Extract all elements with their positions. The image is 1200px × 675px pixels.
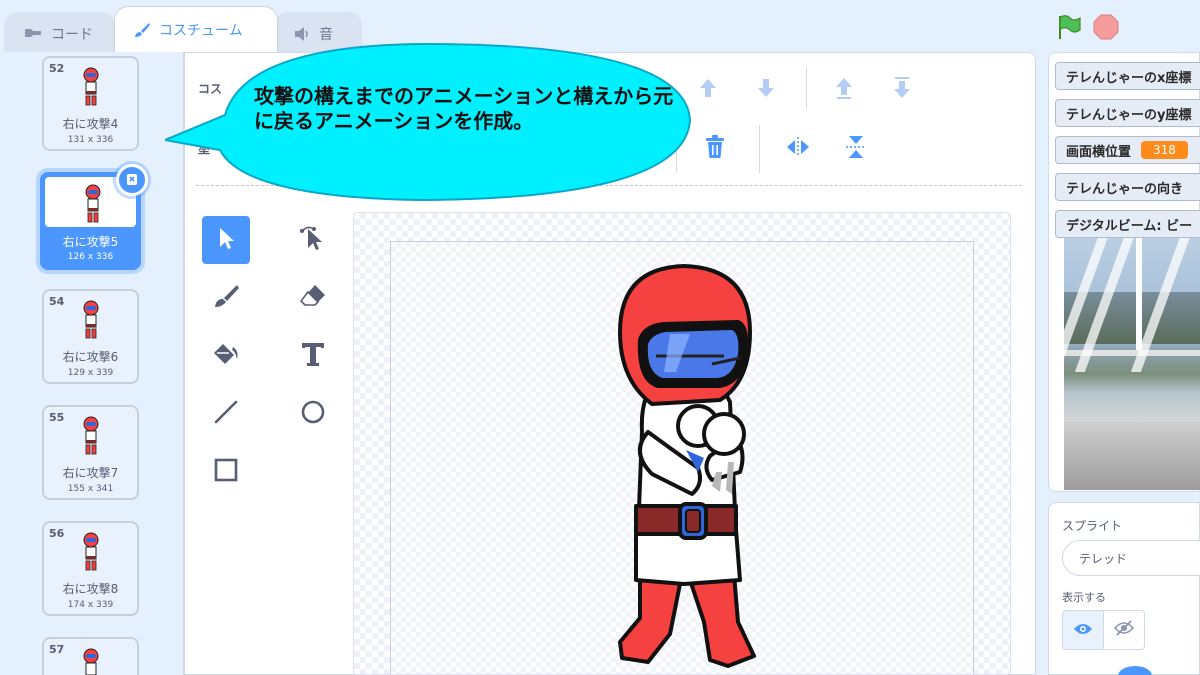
hero-character-drawing[interactable] [600, 262, 780, 674]
costume-thumbnail [83, 67, 99, 106]
show-sprite-button[interactable] [1062, 610, 1104, 650]
monitor-label: 画面横位置 [1066, 144, 1132, 160]
stop-icon[interactable] [1093, 14, 1119, 44]
toolbar-divider [759, 125, 760, 173]
sprite-name-value: テレッド [1079, 551, 1128, 566]
paint-bucket-icon [211, 339, 241, 373]
code-blocks-icon [23, 26, 43, 42]
eye-icon [1073, 621, 1093, 640]
variable-monitor[interactable]: テレんじゃーのx座標 [1055, 62, 1200, 90]
window-frame [1136, 232, 1142, 352]
show-label: 表示する [1062, 591, 1106, 604]
costume-name: 右に攻撃5 [62, 235, 119, 249]
monitor-label: テレんじゃーのx座標 [1066, 70, 1192, 86]
variable-monitor[interactable]: テレんじゃーのy座標 [1055, 99, 1200, 127]
tab-code-label: コード [51, 26, 93, 43]
costume-thumbnail [83, 300, 99, 339]
text-icon [299, 339, 327, 373]
variable-monitor[interactable]: テレんじゃーの向き [1055, 173, 1200, 201]
costume-item[interactable]: 52 右に攻撃4 131 x 336 [42, 56, 139, 151]
brush-icon [133, 21, 151, 39]
stage-backdrop[interactable] [1064, 232, 1200, 490]
costume-size: 126 x 336 [67, 252, 114, 262]
monitor-label: デジタルビーム: ビー [1066, 218, 1193, 234]
costume-number: 57 [49, 643, 65, 656]
green-flag-icon[interactable] [1056, 14, 1082, 44]
tab-costumes-label: コスチューム [159, 22, 243, 39]
arrow-pointer-icon [215, 226, 237, 254]
eraser-icon [298, 281, 328, 315]
costume-name: 右に攻撃7 [62, 466, 119, 480]
costume-item[interactable]: 57 [42, 637, 139, 675]
costume-thumbnail [83, 416, 99, 455]
delete-icon[interactable] [699, 131, 731, 163]
toolbar-divider [806, 68, 807, 108]
costume-number: 55 [49, 411, 65, 424]
backward-layer-icon[interactable] [750, 72, 782, 104]
sprite-label: スプライト [1062, 519, 1123, 533]
costume-name: 右に攻撃6 [62, 350, 119, 364]
forward-layer-icon[interactable] [692, 72, 724, 104]
costume-number: 53 [48, 179, 64, 192]
costume-size: 131 x 336 [67, 135, 114, 145]
costume-size: 174 x 339 [67, 600, 114, 610]
costume-size: 129 x 339 [67, 368, 114, 378]
stage-floor [1064, 422, 1200, 490]
brush-tool-icon [211, 281, 241, 315]
costume-thumbnail [83, 648, 99, 675]
flip-horizontal-icon[interactable] [782, 131, 814, 163]
trash-close-icon [125, 171, 139, 190]
hide-sprite-button[interactable] [1103, 610, 1145, 650]
flip-vertical-icon[interactable] [840, 131, 872, 163]
costume-name: 右に攻撃8 [62, 582, 119, 596]
front-layer-icon[interactable] [828, 72, 860, 104]
circle-icon [298, 397, 328, 431]
costume-name: 右に攻撃4 [62, 117, 119, 131]
eye-slash-icon [1113, 620, 1135, 640]
tab-code[interactable]: コード [4, 12, 116, 54]
costume-thumbnail [83, 532, 99, 571]
select-tool[interactable] [202, 216, 250, 264]
brush-tool[interactable] [202, 274, 250, 322]
text-tool[interactable] [289, 332, 337, 380]
costume-number: 56 [49, 527, 65, 540]
delete-costume-button[interactable] [116, 164, 148, 196]
back-layer-icon[interactable] [886, 72, 918, 104]
variable-monitor[interactable]: デジタルビーム: ビー [1055, 210, 1200, 238]
rectangle-icon [211, 455, 241, 489]
monitor-label: テレんじゃーの向き [1066, 181, 1184, 197]
sprite-name-input[interactable]: テレッド [1062, 540, 1200, 576]
reshape-icon [298, 223, 328, 257]
line-icon [211, 397, 241, 431]
variable-monitor[interactable]: 画面横位置 318 [1055, 136, 1200, 164]
fill-tool[interactable] [202, 332, 250, 380]
monitor-value: 318 [1141, 141, 1188, 159]
callout-text: 攻撃の構えまでのアニメーションと構えから元に戻るアニメーションを作成。 [254, 84, 674, 133]
costume-number: 52 [49, 62, 65, 75]
costume-item[interactable]: 54 右に攻撃6 129 x 339 [42, 289, 139, 384]
costume-number: 54 [49, 295, 65, 308]
monitor-label: テレんじゃーのy座標 [1066, 107, 1192, 123]
costume-size: 155 x 341 [67, 484, 114, 494]
reshape-tool[interactable] [289, 216, 337, 264]
costume-item[interactable]: 55 右に攻撃7 155 x 341 [42, 405, 139, 500]
eraser-tool[interactable] [289, 274, 337, 322]
rectangle-tool[interactable] [202, 448, 250, 496]
line-tool[interactable] [202, 390, 250, 438]
costume-thumbnail [85, 184, 101, 223]
costume-item[interactable]: 56 右に攻撃8 174 x 339 [42, 521, 139, 616]
circle-tool[interactable] [289, 390, 337, 438]
